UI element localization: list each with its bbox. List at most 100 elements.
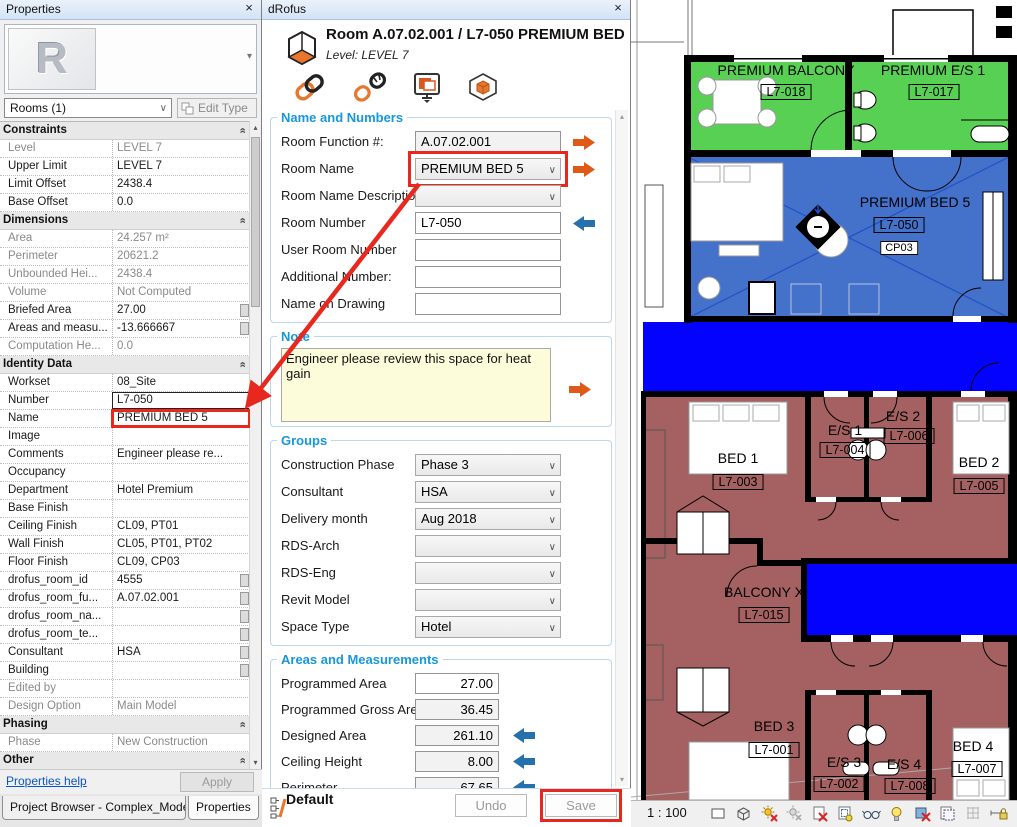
room-tag[interactable]: L7-002 <box>814 776 865 792</box>
property-value[interactable] <box>112 662 250 679</box>
room-tag[interactable]: L7-004 <box>820 442 871 458</box>
collapse-chevron-icon[interactable]: « <box>234 357 251 373</box>
property-value[interactable] <box>112 626 250 643</box>
property-section-header[interactable]: Constraints« <box>0 122 250 140</box>
property-value[interactable]: 0.0 <box>112 194 250 211</box>
show-crop-region-icon[interactable] <box>836 804 855 823</box>
property-more-button[interactable] <box>240 304 249 317</box>
property-more-button[interactable] <box>240 646 249 659</box>
perimeter-input[interactable]: 67.65 <box>415 777 499 788</box>
lighting-icon[interactable] <box>785 804 804 823</box>
property-value[interactable]: A.07.02.001 <box>112 590 250 607</box>
construction-phase-dropdown[interactable]: Phase 3∨ <box>415 454 561 476</box>
type-selector[interactable]: R ▾ <box>4 24 257 94</box>
delivery-month-dropdown[interactable]: Aug 2018∨ <box>415 508 561 530</box>
collapse-bar-icon[interactable]: < <box>713 823 721 827</box>
shadows-icon[interactable] <box>734 804 753 823</box>
reveal-constraints-icon[interactable] <box>989 804 1008 823</box>
ceiling-height-input[interactable]: 8.00 <box>415 751 499 772</box>
room-tag[interactable]: L7-050 <box>874 217 925 233</box>
note-textarea[interactable]: Engineer please review this space for he… <box>281 348 551 422</box>
undo-button[interactable]: Undo <box>455 794 527 817</box>
save-button[interactable]: Save <box>545 794 617 817</box>
floor-plan-view[interactable]: PREMIUM BALCONY L7-018 PREMIUM E/S 1 L7-… <box>631 0 1017 827</box>
push-to-revit-arrow-icon[interactable] <box>573 135 595 155</box>
property-value[interactable]: CL09, CP03 <box>112 554 250 571</box>
visual-style-icon[interactable] <box>709 804 728 823</box>
pull-from-revit-arrow-icon[interactable] <box>513 728 535 748</box>
room-tag[interactable]: L7-017 <box>909 84 960 100</box>
room-tag[interactable]: L7-005 <box>954 478 1005 494</box>
crop-view-icon[interactable] <box>811 804 830 823</box>
name-on-drawing-input[interactable] <box>415 293 561 315</box>
property-value[interactable]: 0.0 <box>112 338 250 355</box>
open-in-drofus-icon[interactable] <box>413 72 443 109</box>
push-to-revit-arrow-icon[interactable] <box>569 382 591 402</box>
property-section-header[interactable]: Dimensions« <box>0 212 250 230</box>
property-value[interactable]: Hotel Premium <box>112 482 250 499</box>
default-config-label[interactable]: Default <box>286 791 333 807</box>
property-value[interactable]: PREMIUM BED 5 <box>112 410 250 427</box>
property-value[interactable]: -13.666667 <box>112 320 250 337</box>
sun-path-icon[interactable] <box>760 804 779 823</box>
room-tag[interactable]: L7-015 <box>739 607 790 623</box>
room-name-description-dropdown[interactable]: ∨ <box>415 185 561 207</box>
property-value[interactable] <box>112 500 250 517</box>
rds-eng-dropdown[interactable]: ∨ <box>415 562 561 584</box>
analytical-model-icon[interactable] <box>964 804 983 823</box>
property-section-header[interactable]: Phasing« <box>0 716 250 734</box>
property-value[interactable] <box>112 608 250 625</box>
apply-button[interactable]: Apply <box>180 772 254 792</box>
room-number-input[interactable]: L7-050 <box>415 212 561 234</box>
reveal-hidden-elements-icon[interactable] <box>887 804 906 823</box>
property-more-button[interactable] <box>240 592 249 605</box>
property-value[interactable]: Engineer please re... <box>112 446 250 463</box>
unlink-room-icon[interactable] <box>352 72 388 107</box>
room-tag[interactable]: L7-007 <box>952 761 1003 777</box>
property-value[interactable]: 24.257 m² <box>112 230 250 247</box>
programmed-gross-area-input[interactable]: 36.45 <box>415 699 499 720</box>
room-tag[interactable]: L7-003 <box>713 474 764 490</box>
property-section-header[interactable]: Identity Data« <box>0 356 250 374</box>
property-value[interactable]: 2438.4 <box>112 266 250 283</box>
property-value[interactable] <box>112 428 250 445</box>
worksharing-display-icon[interactable] <box>913 804 932 823</box>
scroll-up-icon[interactable]: ▴ <box>616 112 628 121</box>
temporary-view-properties-icon[interactable] <box>938 804 957 823</box>
scrollbar-thumb[interactable] <box>251 137 260 307</box>
room-tag[interactable]: L7-018 <box>761 84 812 100</box>
collapse-chevron-icon[interactable]: « <box>234 123 251 139</box>
view-scale[interactable]: 1 : 100 <box>647 805 687 820</box>
programmed-area-input[interactable]: 27.00 <box>415 673 499 694</box>
close-icon[interactable]: × <box>241 0 257 19</box>
properties-help-link[interactable]: Properties help <box>6 774 87 788</box>
scroll-down-icon[interactable]: ▾ <box>250 758 261 767</box>
collapse-chevron-icon[interactable]: « <box>234 717 251 733</box>
property-value[interactable]: Main Model <box>112 698 250 715</box>
pull-from-revit-arrow-icon[interactable] <box>513 780 535 788</box>
property-more-button[interactable] <box>240 628 249 641</box>
property-value[interactable]: 27.00 <box>112 302 250 319</box>
additional-number-input[interactable] <box>415 266 561 288</box>
property-section-header[interactable]: Other« <box>0 752 250 769</box>
properties-scrollbar[interactable]: ▴ ▾ <box>249 121 261 769</box>
close-icon[interactable]: × <box>610 0 626 19</box>
property-value[interactable]: 2438.4 <box>112 176 250 193</box>
space-type-dropdown[interactable]: Hotel∨ <box>415 616 561 638</box>
tab-project-browser[interactable]: Project Browser - Complex_Mode... <box>2 796 186 820</box>
property-value[interactable]: 4555 <box>112 572 250 589</box>
property-value[interactable] <box>112 464 250 481</box>
room-function-input[interactable]: A.07.02.001 <box>415 131 561 153</box>
drofus-scrollbar[interactable]: ▴ ▾ <box>615 110 628 786</box>
property-value[interactable]: LEVEL 7 <box>112 140 250 157</box>
revit-model-dropdown[interactable]: ∨ <box>415 589 561 611</box>
room-finish-tag[interactable]: CP03 <box>880 241 918 255</box>
property-value[interactable]: Not Computed <box>112 284 250 301</box>
property-value[interactable]: LEVEL 7 <box>112 158 250 175</box>
collapse-chevron-icon[interactable]: « <box>234 213 251 229</box>
temporary-hide-isolate-icon[interactable] <box>862 804 881 823</box>
property-more-button[interactable] <box>240 322 249 335</box>
scroll-up-icon[interactable]: ▴ <box>250 123 261 132</box>
property-more-button[interactable] <box>240 610 249 623</box>
scroll-down-icon[interactable]: ▾ <box>616 775 628 784</box>
